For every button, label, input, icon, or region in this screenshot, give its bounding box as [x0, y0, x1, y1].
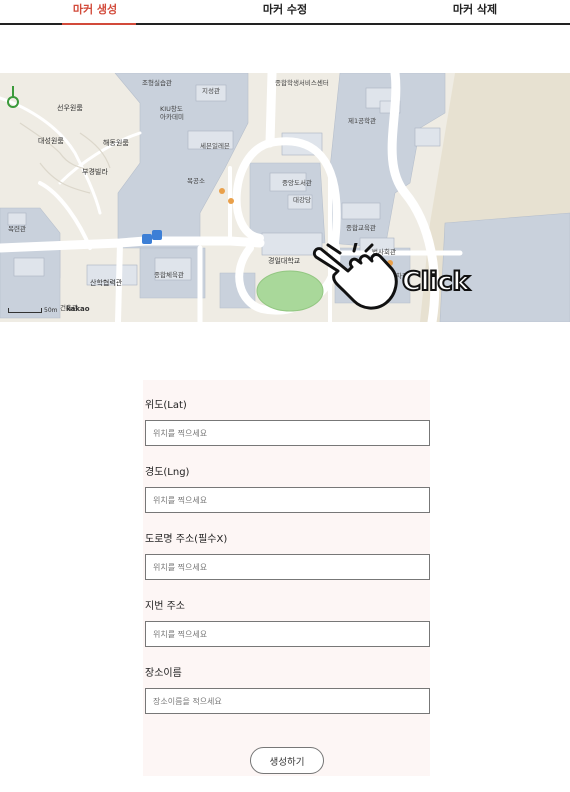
map-label: 해동원룸 [103, 139, 129, 147]
map-label: 선우원룸 [57, 104, 83, 112]
place-name-label: 장소이름 [145, 668, 182, 679]
kakao-logo: kakao [66, 305, 90, 313]
map-label: 대성원룸 [38, 137, 64, 145]
longitude-label: 경도(Lng) [145, 467, 190, 478]
marker-tab-bar: 마커 생성 마커 수정 마커 삭제 [0, 0, 570, 25]
map-label: 목공소 [187, 177, 205, 185]
tab-delete-marker[interactable]: 마커 삭제 [380, 0, 570, 23]
jibun-address-input[interactable] [145, 621, 430, 647]
map-label: 아카데미 [160, 113, 184, 121]
map-label: 제1공학관 [348, 117, 377, 125]
kakao-map[interactable]: 조형실습관 지성관 종합학생서비스센터 선우원룸 KIU창도 아카데미 제1공학… [0, 73, 570, 322]
map-label: 중앙도서관 [282, 179, 312, 187]
map-scale-bar [8, 308, 42, 313]
map-scale-text: 50m [44, 307, 58, 314]
latitude-input[interactable] [145, 420, 430, 446]
map-label: 대강당 [293, 196, 311, 204]
map-canvas [0, 73, 570, 322]
latitude-label: 위도(Lat) [145, 400, 187, 411]
tab-edit-marker[interactable]: 마커 수정 [190, 0, 380, 23]
tab-create-marker[interactable]: 마커 생성 [0, 0, 190, 25]
map-label: 종합체육관 [154, 271, 184, 279]
hand-pointer-icon [312, 243, 398, 310]
map-label: 목련관 [8, 225, 26, 233]
map-label: 종합학생서비스센터 [275, 79, 329, 87]
place-name-input[interactable] [145, 688, 430, 714]
map-label: 부경빌라 [82, 168, 108, 176]
road-address-label: 도로명 주소(필수X) [145, 534, 228, 545]
map-label: 산학협력관 [90, 279, 123, 287]
jibun-address-label: 지번 주소 [145, 601, 185, 612]
longitude-input[interactable] [145, 487, 430, 513]
marker-create-form: 위도(Lat) 경도(Lng) 도로명 주소(필수X) 지번 주소 장소이름 생… [143, 380, 430, 776]
click-indicator-text: Click [401, 266, 471, 298]
road-address-input[interactable] [145, 554, 430, 580]
create-button[interactable]: 생성하기 [250, 747, 324, 774]
map-label: 조형실습관 [142, 79, 172, 87]
map-label: 세븐일레븐 [200, 142, 230, 150]
map-label: 종합교육관 [346, 224, 376, 232]
map-label: 지성관 [202, 87, 220, 95]
map-label: 경일대학교 [268, 257, 301, 265]
